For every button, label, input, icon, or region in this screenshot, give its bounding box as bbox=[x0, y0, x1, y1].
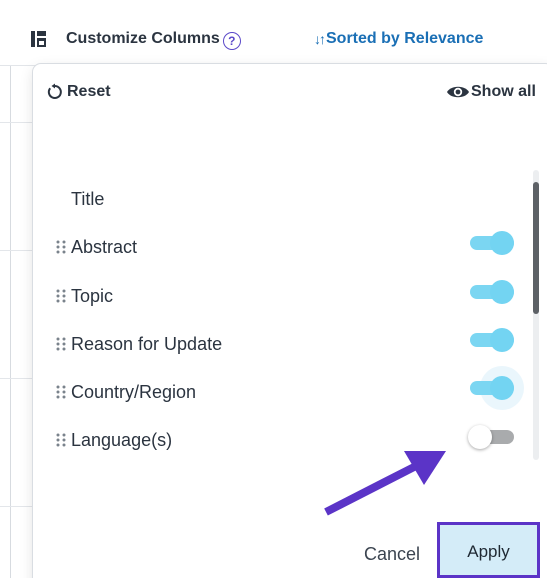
column-label: Topic bbox=[71, 285, 114, 306]
columns-lock-icon bbox=[30, 30, 48, 48]
customize-columns-panel bbox=[33, 64, 547, 578]
toggle-country-region[interactable] bbox=[468, 366, 524, 410]
sort-arrows-icon: ↓↑ bbox=[314, 31, 326, 47]
show-all-button[interactable]: Show all bbox=[446, 80, 536, 104]
reset-button[interactable]: Reset bbox=[46, 80, 111, 104]
reset-label: Reset bbox=[67, 83, 111, 100]
sort-button[interactable]: ↓↑ Sorted by Relevance bbox=[314, 26, 483, 52]
drag-handle-icon[interactable] bbox=[54, 287, 68, 305]
drag-handle-icon[interactable] bbox=[54, 431, 68, 449]
toggle-knob bbox=[490, 376, 514, 400]
column-row-title: Title bbox=[54, 184, 524, 214]
drag-handle-icon[interactable] bbox=[54, 335, 68, 353]
customize-columns-label: Customize Columns bbox=[66, 30, 220, 47]
column-row-abstract[interactable]: Abstract bbox=[54, 232, 524, 262]
annotation-arrow-icon bbox=[324, 451, 446, 516]
toggle-knob bbox=[490, 280, 514, 304]
column-label: Abstract bbox=[71, 236, 138, 257]
eye-icon bbox=[447, 86, 469, 98]
drag-handle-icon[interactable] bbox=[54, 238, 68, 256]
column-row-country-region[interactable]: Country/Region bbox=[54, 377, 524, 407]
column-label: Country/Region bbox=[71, 381, 197, 402]
toggle-topic[interactable] bbox=[468, 280, 514, 304]
column-label: Title bbox=[71, 188, 105, 209]
toggle-abstract[interactable] bbox=[468, 231, 514, 255]
show-all-label: Show all bbox=[471, 83, 536, 100]
scrollbar-thumb[interactable] bbox=[533, 182, 539, 314]
drag-handle-icon[interactable] bbox=[54, 383, 68, 401]
results-left-border bbox=[10, 66, 11, 578]
help-icon[interactable]: ? bbox=[222, 32, 241, 50]
apply-button[interactable]: Apply bbox=[437, 522, 540, 578]
toggle-knob bbox=[468, 425, 492, 449]
column-label: Language(s) bbox=[71, 429, 173, 450]
column-row-languages[interactable]: Language(s) bbox=[54, 425, 524, 455]
column-row-reason-for-update[interactable]: Reason for Update bbox=[54, 329, 524, 359]
toggle-knob bbox=[490, 231, 514, 255]
customize-columns-button[interactable]: Customize Columns ? bbox=[30, 26, 241, 52]
toggle-knob bbox=[490, 328, 514, 352]
reset-icon bbox=[47, 83, 62, 99]
cancel-button[interactable]: Cancel bbox=[352, 536, 432, 572]
column-row-topic[interactable]: Topic bbox=[54, 281, 524, 311]
column-label: Reason for Update bbox=[71, 333, 223, 354]
toggle-reason-for-update[interactable] bbox=[468, 328, 514, 352]
sort-label: Sorted by Relevance bbox=[326, 30, 484, 47]
toggle-languages[interactable] bbox=[468, 425, 514, 449]
